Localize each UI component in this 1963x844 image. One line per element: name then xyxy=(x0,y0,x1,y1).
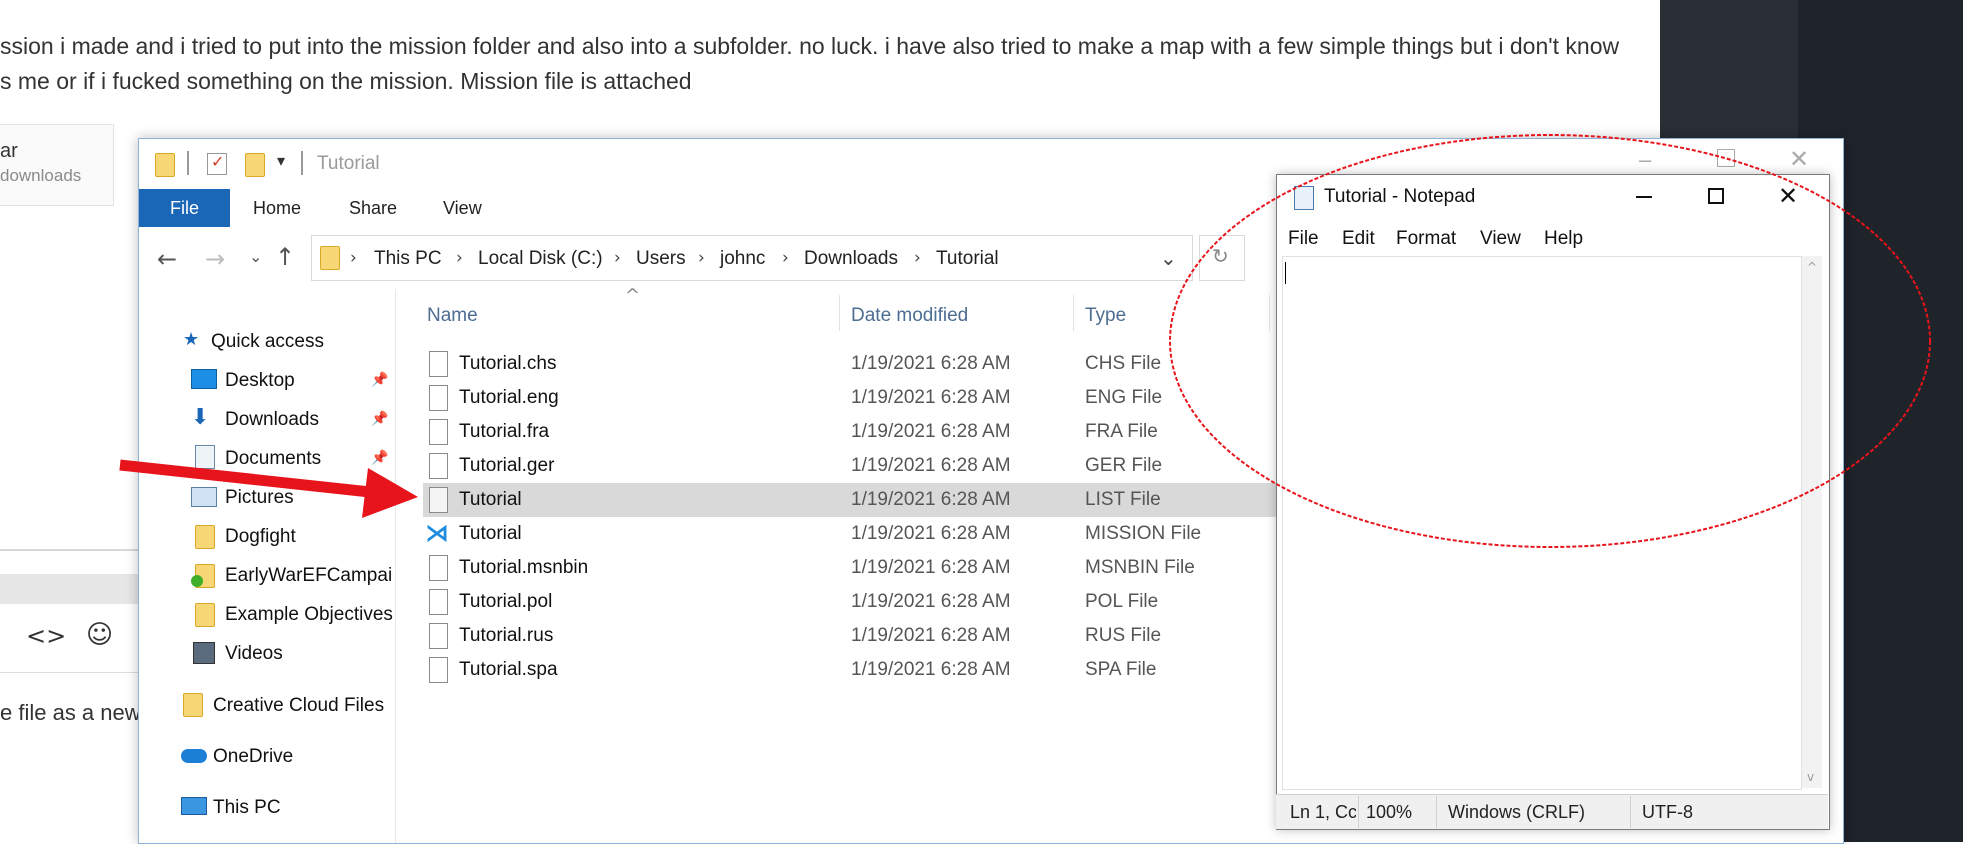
red-arrow-shaft xyxy=(119,459,371,498)
annotation-overlay xyxy=(119,134,1931,548)
red-arrow-head xyxy=(362,468,418,518)
red-highlight-ellipse xyxy=(1169,134,1931,548)
